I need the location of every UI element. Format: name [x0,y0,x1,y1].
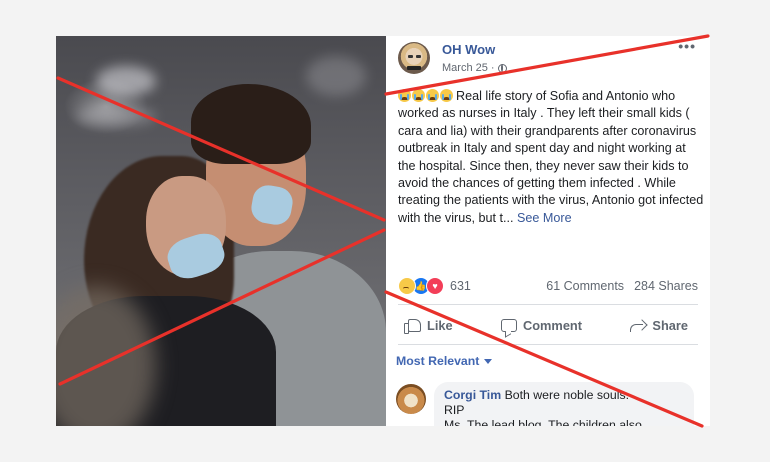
share-arrow-icon [630,319,646,332]
shares-count[interactable]: 284 Shares [634,279,698,293]
comment-label: Comment [523,317,583,333]
love-reaction-icon: ♥ [426,277,444,295]
reaction-count: 631 [450,279,471,293]
like-button[interactable]: Like [398,314,463,336]
comment-button[interactable]: Comment [491,314,592,336]
divider [398,304,698,305]
commenter-name[interactable]: Corgi Tim [444,388,501,402]
author-name[interactable]: OH Wow [442,42,495,57]
engagement-stats: 61 Comments 284 Shares [546,279,698,293]
globe-icon [497,63,507,73]
comment-bubble: Corgi Tim Both were noble souls. RIP Ms.… [434,382,694,426]
comment-text: Both were noble souls. [504,388,630,402]
thumbs-up-icon [404,318,421,334]
comment-item: Corgi Tim Both were noble souls. RIP Ms.… [396,382,704,426]
sort-label: Most Relevant [396,354,480,368]
author-avatar[interactable] [398,42,430,74]
post-date[interactable]: March 25 [442,62,488,74]
caret-down-icon [484,358,493,364]
comment-sort-dropdown[interactable]: Most Relevant [396,354,493,368]
sad-emoji-icon [398,89,453,102]
screenshot-frame: OH Wow March 25 · ••• Real life story of… [56,36,710,426]
dot-separator: · [490,62,495,74]
commenter-avatar[interactable] [396,384,426,414]
see-more-link[interactable]: See More [517,211,572,225]
facebook-post: OH Wow March 25 · ••• Real life story of… [386,36,710,426]
post-photo[interactable] [56,36,386,426]
reactions-summary[interactable]: 👍 ♥ 631 [398,276,471,296]
comment-bubble-icon [501,318,517,332]
divider [398,344,698,345]
like-label: Like [427,317,453,333]
more-options-button[interactable]: ••• [678,38,696,54]
post-header: OH Wow March 25 · ••• [398,38,700,76]
share-button[interactable]: Share [620,314,698,336]
sad-reaction-icon [398,277,416,295]
comment-text-3: Ms. The lead blog. The children also [444,418,642,426]
post-meta: March 25 · [442,62,507,74]
share-label: Share [652,317,688,333]
post-body: Real life story of Sofia and Antonio who… [398,89,704,225]
comments-count[interactable]: 61 Comments [546,279,624,293]
post-actions: Like Comment Share [398,314,698,336]
post-text: Real life story of Sofia and Antonio who… [398,88,704,227]
comment-text-2: RIP [444,403,465,417]
